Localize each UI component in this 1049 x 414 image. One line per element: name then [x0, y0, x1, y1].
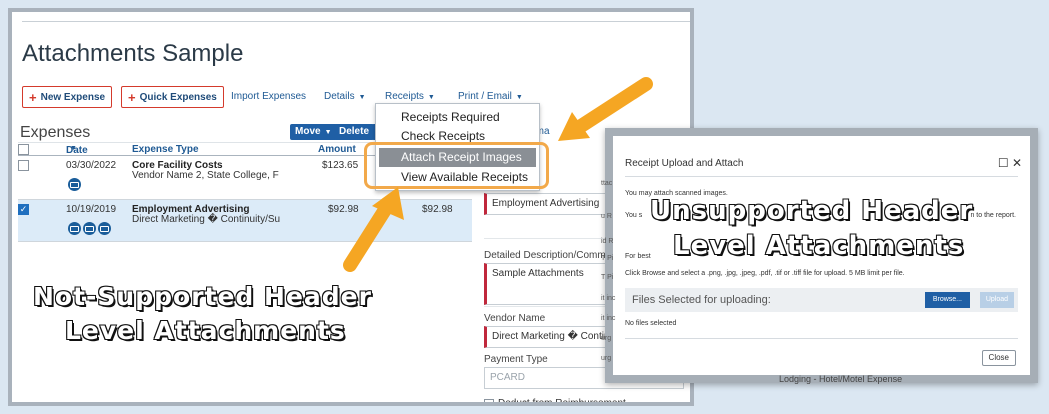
callout-left-line1: Not-Supported Header [32, 281, 372, 312]
arrow-to-dialog-icon [558, 77, 653, 141]
callout-right-line2: Level Attachments [672, 230, 965, 262]
callout-left-line2: Level Attachments [64, 315, 346, 346]
arrow-to-menu-item-icon [343, 187, 404, 272]
callout-right-line1: Unsupported Header [649, 195, 974, 227]
